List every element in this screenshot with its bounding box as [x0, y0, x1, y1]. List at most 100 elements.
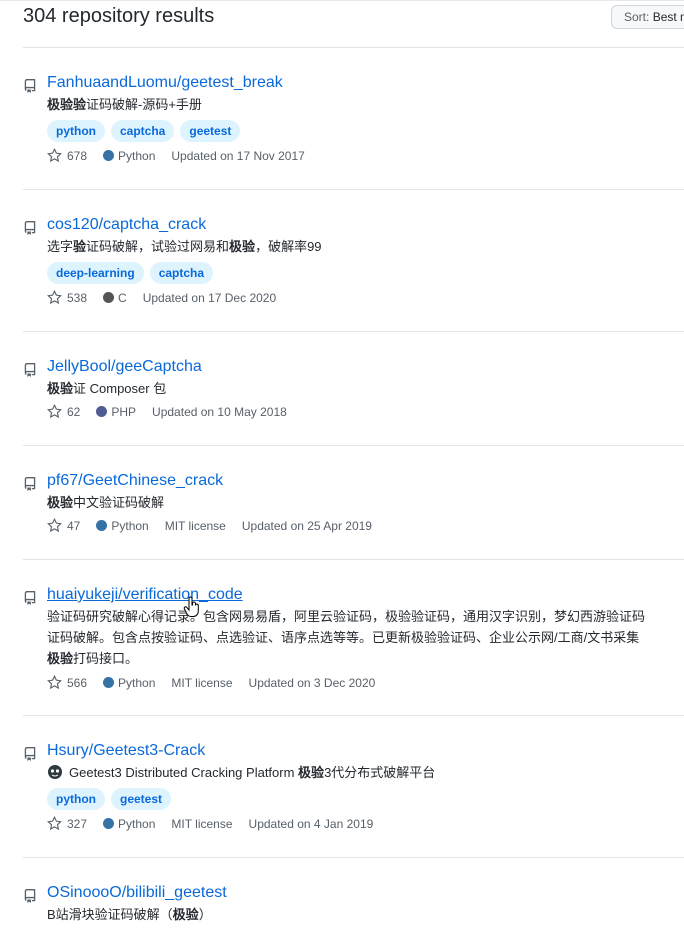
repo-description: 极验证 Composer 包 — [47, 378, 684, 399]
repo-icon — [24, 747, 36, 761]
repo-icon — [24, 221, 36, 235]
divider — [23, 47, 684, 48]
repo-icon — [24, 363, 36, 377]
divider — [23, 715, 684, 716]
desc-text: B站滑块验证码破解（ — [47, 907, 173, 922]
topic-tag[interactable]: deep-learning — [47, 262, 144, 284]
repo-meta: 327 Python MIT license Updated on 4 Jan … — [47, 816, 373, 831]
desc-highlight: 极验验 — [47, 97, 87, 112]
desc-text: 证码破解-源码+手册 — [86, 97, 202, 112]
repo-icon — [24, 591, 36, 605]
topic-tag[interactable]: geetest — [111, 788, 172, 810]
desc-text: 证 Composer 包 — [73, 381, 167, 396]
desc-text: ，破解率99 — [255, 239, 322, 254]
desc-text: ） — [198, 907, 212, 922]
repo-description: 极验验证码破解-源码+手册 — [47, 94, 684, 115]
results-heading: 304 repository results — [23, 5, 215, 27]
updated-date: Updated on 17 Nov 2017 — [171, 148, 305, 163]
repo-meta: 47 Python MIT license Updated on 25 Apr … — [47, 518, 372, 533]
desc-text: 选字 — [47, 239, 74, 254]
star-count[interactable]: 327 — [67, 817, 87, 831]
star-icon — [47, 148, 62, 163]
repo-title-link[interactable]: Hsury/Geetest3-Crack — [47, 742, 205, 760]
star-icon — [47, 518, 62, 533]
sort-label: Sort: — [624, 10, 650, 24]
mask-emoji-icon — [48, 765, 62, 779]
repo-description: Geetest3 Distributed Cracking Platform 极… — [47, 762, 684, 783]
repo-icon — [24, 889, 36, 903]
repo-description: B站滑块验证码破解（极验） — [47, 904, 684, 925]
desc-highlight: 极验 — [172, 907, 199, 922]
repo-title-link[interactable]: FanhuaandLuomu/geetest_break — [47, 74, 283, 92]
desc-text: 打码接口。 — [73, 651, 139, 666]
language-color-dot — [96, 406, 108, 417]
repo-meta: 678 Python Updated on 17 Nov 2017 — [47, 148, 305, 163]
desc-text: Geetest3 Distributed Cracking Platform — [69, 765, 299, 780]
star-icon — [47, 675, 62, 690]
repo-meta: 566 Python MIT license Updated on 3 Dec … — [47, 675, 375, 690]
repo-meta: 62 PHP Updated on 10 May 2018 — [47, 404, 287, 419]
star-count[interactable]: 566 — [67, 676, 87, 690]
license-label: MIT license — [171, 816, 233, 831]
star-count[interactable]: 62 — [67, 405, 80, 419]
star-count[interactable]: 47 — [67, 519, 80, 533]
updated-date: Updated on 17 Dec 2020 — [142, 290, 277, 305]
updated-date: Updated on 25 Apr 2019 — [241, 518, 372, 533]
topic-list: python captcha geetest — [47, 120, 241, 143]
topic-tag[interactable]: captcha — [111, 120, 175, 142]
language-color-dot — [96, 520, 108, 531]
repo-title-link[interactable]: huaiyukeji/verification_code — [47, 586, 243, 604]
language-label: Python — [111, 518, 149, 533]
language-color-dot — [103, 677, 115, 688]
repo-description: 极验中文验证码破解 — [47, 492, 684, 513]
topic-list: deep-learning captcha — [47, 262, 214, 285]
repo-title-link[interactable]: pf67/GeetChinese_crack — [47, 472, 223, 490]
desc-highlight: 极验 — [47, 651, 74, 666]
top-border — [0, 0, 684, 1]
desc-highlight: 极验 — [47, 381, 74, 396]
repo-meta: 538 C Updated on 17 Dec 2020 — [47, 290, 276, 305]
language-color-dot — [103, 292, 115, 303]
repo-title-link[interactable]: JellyBool/geeCaptcha — [47, 358, 202, 376]
desc-text: 3代分布式破解平台 — [324, 765, 436, 780]
star-count[interactable]: 678 — [67, 149, 87, 163]
topic-tag[interactable]: captcha — [149, 262, 214, 284]
language-label: Python — [118, 816, 156, 831]
repo-description-line-2: 证码破解。包含点按验证码、点选验证、语序点选等等。已更新极验验证码、企业公示网/… — [47, 630, 640, 645]
divider — [23, 857, 684, 858]
language-label: PHP — [111, 404, 137, 419]
updated-date: Updated on 3 Dec 2020 — [248, 675, 376, 690]
repo-title-link[interactable]: OSinoooO/bilibili_geetest — [47, 884, 227, 902]
divider — [23, 445, 684, 446]
divider — [23, 331, 684, 332]
desc-highlight: 极验 — [229, 239, 256, 254]
star-icon — [47, 290, 62, 305]
sort-value: Best match — [652, 10, 684, 24]
topic-tag[interactable]: python — [47, 120, 105, 142]
desc-highlight: 极验 — [47, 495, 74, 510]
desc-text: 证码破解，试验过网易和 — [86, 239, 230, 254]
repo-description-line-1: 验证码研究破解心得记录。包含网易易盾，阿里云验证码，极验验证码，通用汉字识别，梦… — [47, 609, 646, 624]
language-color-dot — [103, 150, 115, 161]
updated-date: Updated on 10 May 2018 — [152, 404, 287, 419]
language-label: Python — [118, 148, 156, 163]
sort-dropdown[interactable]: Sort: Best match — [611, 5, 684, 29]
repo-description: 选字验证码破解，试验过网易和极验，破解率99 — [47, 236, 684, 257]
desc-text: 中文验证码破解 — [73, 495, 165, 510]
star-count[interactable]: 538 — [67, 291, 87, 305]
repo-icon — [24, 477, 36, 491]
desc-highlight: 验 — [73, 239, 87, 254]
star-icon — [47, 404, 62, 419]
topic-tag[interactable]: geetest — [180, 120, 241, 142]
repo-icon — [24, 79, 36, 93]
language-label: C — [118, 290, 127, 305]
updated-date: Updated on 4 Jan 2019 — [248, 816, 374, 831]
repo-title-link[interactable]: cos120/captcha_crack — [47, 216, 206, 234]
divider — [23, 189, 684, 190]
topic-tag[interactable]: python — [47, 788, 105, 810]
repo-description-line-3: 极验打码接口。 — [47, 648, 684, 669]
divider — [23, 559, 684, 560]
language-color-dot — [103, 818, 115, 829]
language-label: Python — [118, 675, 156, 690]
topic-list: python geetest — [47, 788, 172, 811]
